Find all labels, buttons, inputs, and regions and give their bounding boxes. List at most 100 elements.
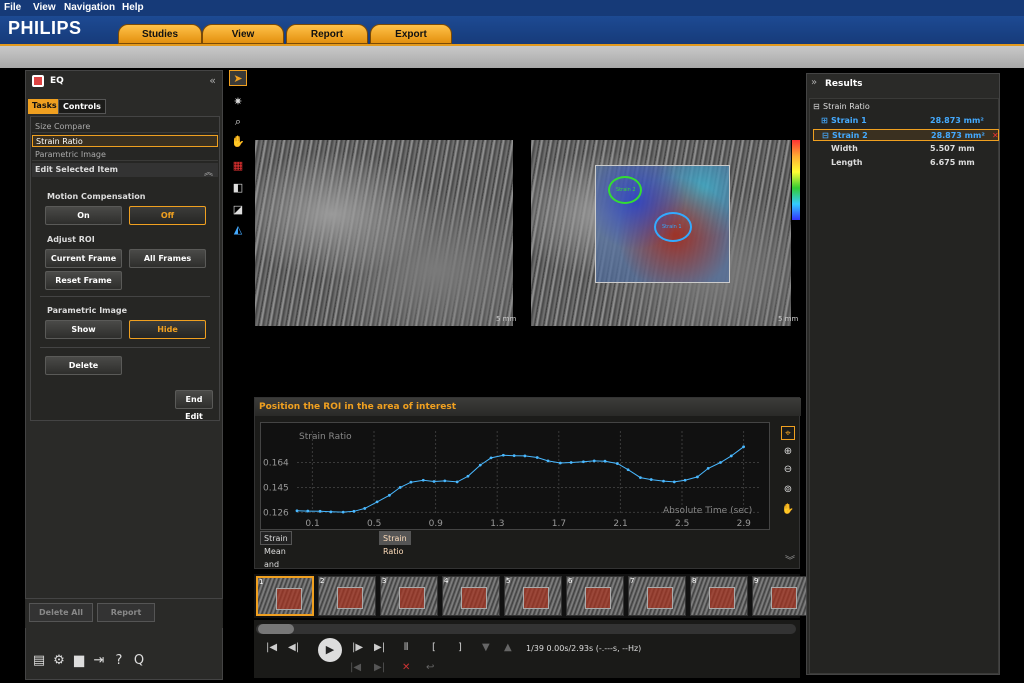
reset-frame-button[interactable]: Reset Frame	[45, 271, 122, 290]
colormap-icon[interactable]: ▦	[229, 158, 247, 174]
arrow-up-icon[interactable]: ▲	[504, 642, 512, 653]
motion-off-button[interactable]: Off	[129, 206, 206, 225]
end-edit-button[interactable]: End Edit	[175, 390, 213, 421]
undo-icon[interactable]: ↩	[426, 662, 434, 673]
tab-controls[interactable]: Controls	[58, 99, 106, 114]
last-frame-icon[interactable]: ▶|	[374, 642, 385, 653]
zoom-reset-icon[interactable]: ⊚	[781, 483, 795, 497]
remove-icon[interactable]: ✕	[992, 130, 999, 142]
step-back-icon[interactable]: |◀	[350, 662, 361, 673]
pan-hand-icon[interactable]: ✋	[781, 503, 795, 517]
divider	[40, 296, 210, 297]
all-frames-button[interactable]: All Frames	[129, 249, 206, 268]
report-button[interactable]: Report	[97, 603, 155, 622]
split-icon[interactable]: ⫴	[404, 642, 408, 653]
data-point	[719, 461, 722, 464]
zoom-icon[interactable]: ⌕	[229, 114, 247, 130]
delete-button[interactable]: Delete	[45, 356, 122, 375]
data-point	[639, 476, 642, 479]
result-row-selected[interactable]: ⊟ Strain 2 28.873 mm² ✕	[813, 129, 999, 141]
prev-frame-icon[interactable]: ◀|	[288, 642, 299, 653]
frame-thumbnail[interactable]: 5	[504, 576, 562, 616]
task-strain-ratio[interactable]: Strain Ratio	[32, 135, 218, 147]
save-icon[interactable]: ▆	[70, 652, 88, 670]
close-icon[interactable]: ✕	[402, 662, 410, 673]
measure-icon[interactable]: ◭	[229, 222, 247, 238]
menu-view[interactable]: View	[33, 2, 56, 13]
frame-thumbnail[interactable]: 9	[752, 576, 810, 616]
contrast-icon[interactable]: ✷	[229, 94, 247, 110]
roi-ellipse-strain-2[interactable]: Strain 2	[608, 176, 642, 204]
next-frame-icon[interactable]: |▶	[352, 642, 363, 653]
strain-ratio-chart[interactable]: 0.126 0.145 0.164 0.1 0.5 0.9 1.3 1.7 2.1 2.5 2.9 S…	[261, 423, 769, 529]
frame-thumbnail[interactable]: 8	[690, 576, 748, 616]
menu-file[interactable]: File	[4, 2, 21, 13]
frame-thumbnail[interactable]: 4	[442, 576, 500, 616]
expand-results-icon[interactable]: »	[811, 77, 817, 88]
delete-all-button[interactable]: Delete All	[29, 603, 93, 622]
tab-view[interactable]: View	[202, 24, 284, 44]
mark-end-icon[interactable]: ]	[458, 642, 462, 653]
list-icon[interactable]: ▤	[30, 652, 48, 670]
thumbnail-roi	[771, 587, 797, 609]
x-tick-label: 2.5	[675, 519, 689, 529]
tab-export[interactable]: Export	[370, 24, 452, 44]
frame-thumbnail[interactable]: 2	[318, 576, 376, 616]
collapse-icon[interactable]: «	[209, 74, 216, 87]
data-point	[546, 459, 550, 463]
result-row[interactable]: ⊞ Strain 1 28.873 mm²	[813, 115, 999, 127]
play-icon[interactable]: ▶	[318, 638, 342, 662]
thumbnail-roi	[585, 587, 611, 609]
layout-icon[interactable]: ◧	[229, 180, 247, 196]
pointer-icon[interactable]: ➤	[229, 70, 247, 86]
bmode-image[interactable]	[255, 140, 513, 326]
step-forward-icon[interactable]: ▶|	[374, 662, 385, 673]
minus-icon: ⊟	[813, 102, 820, 111]
menu-navigation[interactable]: Navigation	[64, 2, 115, 13]
crosshair-icon[interactable]: ⌖	[781, 426, 795, 440]
frame-thumbnail[interactable]: 1	[256, 576, 314, 616]
tab-strain-ratio-graph[interactable]: Strain Ratio	[379, 531, 411, 556]
menu-help[interactable]: Help	[122, 2, 144, 13]
zoom-in-icon[interactable]: ⊕	[781, 445, 795, 459]
scrubber-handle[interactable]	[258, 624, 294, 634]
data-point	[512, 454, 516, 458]
left-panel: EQ « Tasks Controls Size Compare Strain …	[25, 70, 223, 680]
tab-report[interactable]: Report	[286, 24, 368, 44]
tab-tasks[interactable]: Tasks	[28, 99, 61, 114]
data-point	[388, 493, 391, 497]
timeline-scrubber[interactable]	[256, 624, 796, 634]
results-container	[809, 98, 999, 674]
show-button[interactable]: Show	[45, 320, 122, 339]
edit-selected-header[interactable]: Edit Selected Item	[32, 163, 218, 177]
chevron-up-icon[interactable]: ︽	[204, 165, 213, 178]
expand-icon[interactable]: ︾	[785, 552, 795, 567]
data-point	[341, 510, 345, 514]
frame-thumbnail[interactable]: 6	[566, 576, 624, 616]
motion-on-button[interactable]: On	[45, 206, 122, 225]
mark-start-icon[interactable]: [	[432, 642, 436, 653]
task-parametric-image[interactable]: Parametric Image	[32, 149, 218, 161]
chart-title: Strain Ratio	[299, 432, 352, 442]
pan-hand-icon[interactable]: ✋	[229, 134, 247, 150]
export-icon[interactable]: ⇥	[90, 652, 108, 670]
hide-button[interactable]: Hide	[129, 320, 206, 339]
arrow-down-icon[interactable]: ▼	[482, 642, 490, 653]
search-icon[interactable]: Q	[130, 652, 148, 670]
help-icon[interactable]: ?	[110, 652, 128, 670]
window-level-icon[interactable]: ◪	[229, 202, 247, 218]
tab-strain-mean[interactable]: Strain Mean and Std Dev	[260, 531, 292, 595]
x-tick-label: 0.1	[305, 519, 319, 529]
frame-thumbnail[interactable]: 7	[628, 576, 686, 616]
roi-ellipse-strain-1[interactable]: Strain 1	[654, 212, 692, 242]
zoom-out-icon[interactable]: ⊖	[781, 463, 795, 477]
task-size-compare[interactable]: Size Compare	[32, 121, 218, 133]
results-group[interactable]: ⊟ Strain Ratio	[813, 101, 999, 113]
first-frame-icon[interactable]: |◀	[266, 642, 277, 653]
x-tick-label: 0.5	[367, 519, 381, 529]
current-frame-button[interactable]: Current Frame	[45, 249, 122, 268]
settings-icon[interactable]: ⚙	[50, 652, 68, 670]
parametric-overlay[interactable]: Strain 2 Strain 1	[595, 165, 730, 283]
tab-studies[interactable]: Studies	[118, 24, 202, 44]
frame-thumbnail[interactable]: 3	[380, 576, 438, 616]
